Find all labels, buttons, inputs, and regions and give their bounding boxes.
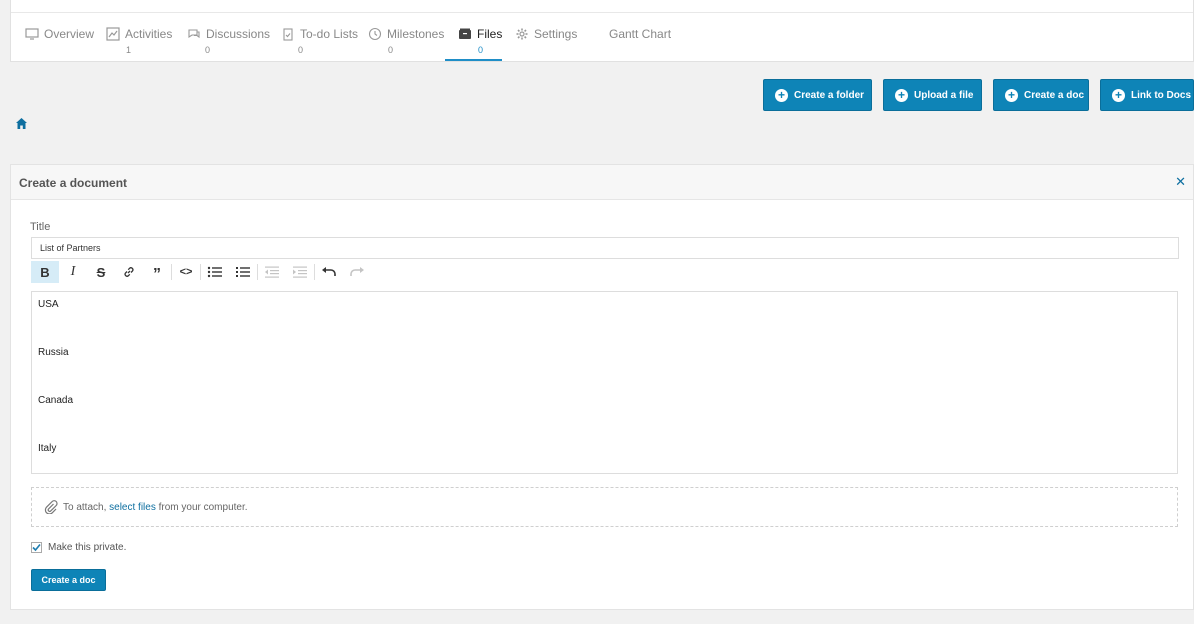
tab-label: To-do Lists bbox=[300, 27, 359, 41]
attach-suffix: from your computer. bbox=[155, 502, 248, 513]
outdent-button[interactable] bbox=[258, 261, 286, 283]
create-doc-submit-button[interactable]: Create a doc bbox=[31, 569, 106, 591]
editor-line: Russia bbox=[38, 347, 69, 358]
code-icon: <> bbox=[179, 266, 193, 278]
clock-icon bbox=[368, 27, 382, 41]
panel-header: Create a document ✕ bbox=[11, 165, 1193, 200]
editor-toolbar: B I S ” <> bbox=[31, 261, 371, 283]
tab-count: 0 bbox=[388, 45, 394, 55]
button-label: Upload a file bbox=[914, 89, 974, 101]
title-input[interactable] bbox=[31, 237, 1179, 259]
files-icon bbox=[459, 28, 471, 39]
private-option: Make this private. bbox=[31, 542, 126, 553]
make-private-label: Make this private. bbox=[48, 542, 127, 553]
editor-line: Canada bbox=[38, 395, 74, 406]
tab-count: 0 bbox=[298, 45, 304, 55]
tab-label: Gantt Chart bbox=[609, 27, 672, 41]
tab-label: Overview bbox=[44, 27, 95, 41]
activity-icon bbox=[106, 27, 120, 41]
panel-title: Create a document bbox=[19, 176, 128, 190]
paperclip-icon bbox=[44, 500, 58, 514]
code-button[interactable]: <> bbox=[172, 261, 200, 283]
close-icon[interactable]: ✕ bbox=[1175, 174, 1186, 190]
tab-activities[interactable]: Activities 1 bbox=[106, 27, 172, 63]
button-label: Create a doc bbox=[1024, 89, 1085, 101]
plus-circle-icon: + bbox=[1005, 88, 1018, 102]
attach-instructions: To attach, select files from your comput… bbox=[63, 502, 248, 513]
strikethrough-button[interactable]: S bbox=[87, 261, 115, 283]
active-tab-indicator bbox=[445, 59, 502, 61]
create-doc-button[interactable]: + Create a doc bbox=[993, 79, 1089, 111]
tab-settings[interactable]: Settings bbox=[515, 27, 577, 63]
tab-count: 0 bbox=[478, 45, 484, 55]
plus-circle-icon: + bbox=[1112, 88, 1125, 102]
plus-circle-icon: + bbox=[775, 88, 788, 102]
numbered-list-icon bbox=[236, 267, 250, 277]
tab-todo-lists[interactable]: To-do Lists 0 bbox=[281, 27, 358, 63]
upload-file-button[interactable]: + Upload a file bbox=[883, 79, 982, 111]
create-document-panel: Create a document ✕ Title B I S ” <> bbox=[10, 164, 1194, 610]
gear-icon bbox=[516, 28, 528, 40]
make-private-checkbox[interactable] bbox=[31, 542, 42, 553]
button-label: Create a folder bbox=[794, 89, 865, 101]
tab-label: Settings bbox=[534, 27, 578, 41]
select-files-link[interactable]: select files bbox=[109, 502, 156, 513]
redo-icon bbox=[350, 267, 364, 276]
indent-icon bbox=[293, 266, 307, 278]
tab-label: Discussions bbox=[206, 27, 271, 41]
outdent-icon bbox=[265, 266, 279, 278]
tab-discussions[interactable]: Discussions 0 bbox=[187, 27, 270, 63]
bold-button[interactable]: B bbox=[31, 261, 59, 283]
tab-label: Activities bbox=[125, 27, 173, 41]
button-label: Create a doc bbox=[41, 575, 96, 585]
tab-label: Files bbox=[477, 27, 503, 41]
project-tabs-bar: Overview Activities 1 Discussions 0 To-d… bbox=[10, 0, 1194, 62]
clipboard-icon bbox=[283, 28, 293, 41]
checkmark-icon bbox=[32, 543, 41, 552]
tab-count: 1 bbox=[126, 45, 132, 55]
link-icon bbox=[124, 267, 134, 277]
chat-icon bbox=[188, 29, 200, 39]
quote-icon: ” bbox=[153, 265, 161, 283]
italic-button[interactable]: I bbox=[59, 261, 87, 283]
link-to-docs-button[interactable]: + Link to Docs bbox=[1100, 79, 1194, 111]
document-editor[interactable]: USA Russia Canada Italy bbox=[31, 291, 1178, 474]
link-button[interactable] bbox=[115, 261, 143, 283]
tab-label: Milestones bbox=[387, 27, 445, 41]
tab-gantt-chart[interactable]: Gantt Chart bbox=[609, 27, 671, 63]
tab-overview[interactable]: Overview bbox=[25, 27, 94, 63]
title-label: Title bbox=[30, 221, 51, 233]
tab-files[interactable]: Files 0 bbox=[458, 27, 502, 63]
create-folder-button[interactable]: + Create a folder bbox=[763, 79, 872, 111]
attach-prefix: To attach, bbox=[63, 502, 110, 513]
redo-button[interactable] bbox=[343, 261, 371, 283]
plus-circle-icon: + bbox=[895, 88, 908, 102]
undo-button[interactable] bbox=[315, 261, 343, 283]
undo-icon bbox=[322, 267, 336, 276]
blockquote-button[interactable]: ” bbox=[143, 261, 171, 283]
file-attach-dropzone[interactable]: To attach, select files from your comput… bbox=[31, 487, 1178, 527]
numbered-list-button[interactable] bbox=[229, 261, 257, 283]
tab-milestones[interactable]: Milestones 0 bbox=[368, 27, 444, 63]
editor-line: Italy bbox=[38, 443, 57, 454]
bullet-list-button[interactable] bbox=[201, 261, 229, 283]
tabs-divider bbox=[11, 12, 1193, 13]
button-label: Link to Docs bbox=[1131, 89, 1192, 101]
bullet-list-icon bbox=[207, 266, 222, 278]
editor-line: USA bbox=[38, 299, 59, 310]
home-icon[interactable] bbox=[15, 117, 28, 130]
overview-icon bbox=[25, 28, 39, 40]
tab-count: 0 bbox=[205, 45, 211, 55]
indent-button[interactable] bbox=[286, 261, 314, 283]
